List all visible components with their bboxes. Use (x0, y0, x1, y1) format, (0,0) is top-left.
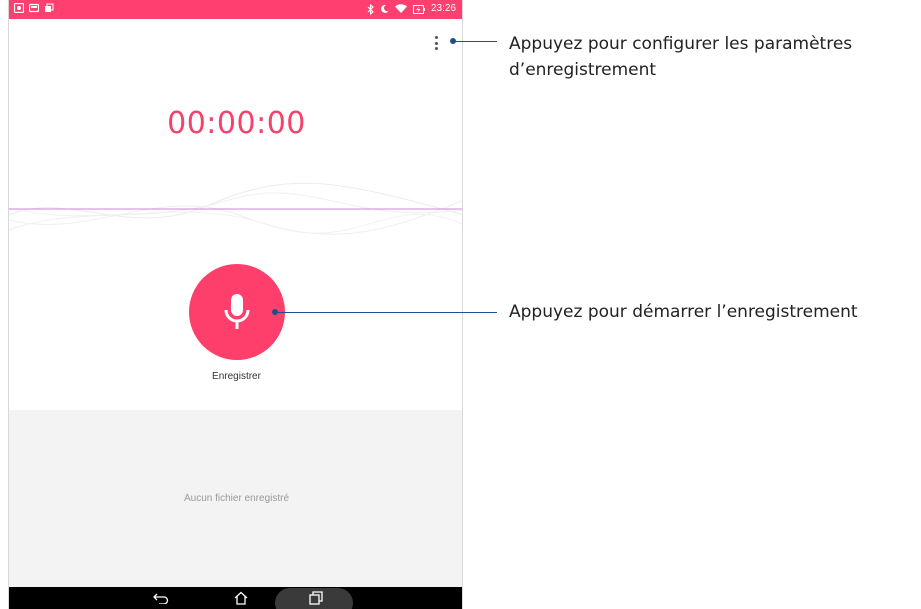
recents-button[interactable] (306, 587, 326, 609)
status-bar-right: 23:26 (367, 2, 456, 16)
record-button[interactable] (189, 264, 285, 360)
record-callout-line (277, 312, 497, 313)
settings-callout-line (455, 41, 497, 42)
page-root: 23:26 00:00:00 Enregistrer Aucun fichier… (0, 0, 921, 609)
empty-recordings-message: Aucun fichier enregistré (183, 493, 290, 504)
wifi-icon (394, 4, 407, 13)
settings-callout-line2: d’enregistrement (509, 60, 657, 80)
home-button[interactable] (231, 587, 251, 609)
settings-callout-line1: Appuyez pour configurer les paramètres (509, 34, 853, 54)
back-button[interactable] (151, 587, 171, 609)
record-label: Enregistrer (212, 371, 261, 382)
microphone-icon (224, 294, 250, 329)
bluetooth-icon (367, 3, 374, 15)
recordings-list-panel: Aucun fichier enregistré (9, 410, 462, 587)
home-icon (234, 591, 248, 605)
more-vertical-icon[interactable] (430, 36, 442, 50)
moon-icon (381, 4, 389, 13)
notification-icon (14, 3, 24, 13)
record-callout-text: Appuyez pour démarrer l’enregistrement (509, 302, 858, 322)
back-icon (153, 593, 169, 604)
status-bar-left-icons (14, 3, 54, 13)
battery-charging-icon (412, 4, 425, 14)
status-time: 23:26 (430, 3, 456, 14)
navigation-bar (9, 587, 462, 609)
app-icon (45, 3, 54, 12)
waveform-decoration (9, 182, 462, 235)
recents-icon (309, 591, 323, 605)
settings-callout-text: Appuyez pour configurer les paramètres d… (509, 31, 852, 83)
recording-timer: 00:00:00 (167, 106, 306, 141)
status-bar: 23:26 (9, 0, 462, 19)
tablet-screen: 23:26 00:00:00 Enregistrer Aucun fichier… (8, 0, 463, 609)
image-icon (29, 3, 39, 13)
